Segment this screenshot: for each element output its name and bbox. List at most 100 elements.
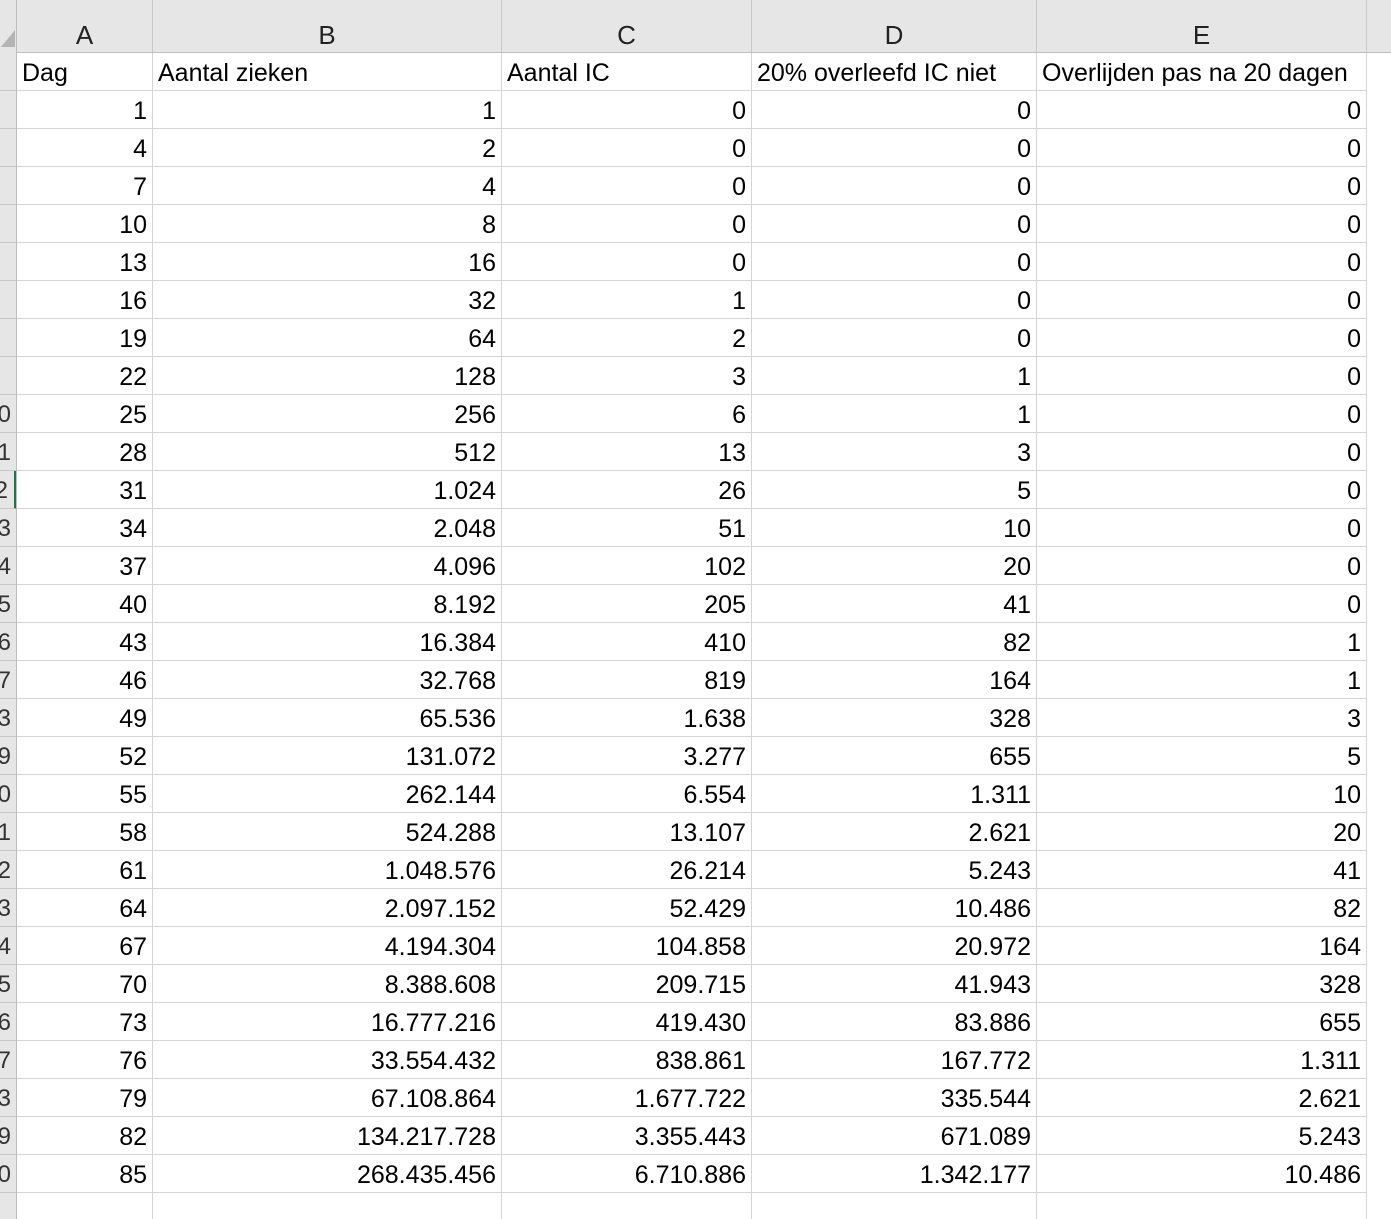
cell-c15[interactable]: 205 xyxy=(502,585,752,623)
cell-a16[interactable]: 43 xyxy=(17,623,153,661)
cell-c27[interactable]: 838.861 xyxy=(502,1041,752,1079)
row-header[interactable]: 7 xyxy=(0,1041,16,1079)
row-header[interactable]: 1 xyxy=(0,433,16,471)
cell-b5[interactable]: 8 xyxy=(153,205,502,243)
cell-c7[interactable]: 1 xyxy=(502,281,752,319)
row-header[interactable]: 4 xyxy=(0,547,16,585)
cell-b30[interactable]: 268.435.456 xyxy=(153,1155,502,1193)
cell-b12[interactable]: 1.024 xyxy=(153,471,502,509)
cell-b2[interactable]: 1 xyxy=(153,91,502,129)
cell-c20[interactable]: 6.554 xyxy=(502,775,752,813)
cell-a8[interactable]: 19 xyxy=(17,319,153,357)
row-header[interactable]: 0 xyxy=(0,775,16,813)
cell-d25[interactable]: 41.943 xyxy=(752,965,1037,1003)
row-header[interactable]: 1 xyxy=(0,813,16,851)
cell-a28[interactable]: 79 xyxy=(17,1079,153,1117)
cell-b15[interactable]: 8.192 xyxy=(153,585,502,623)
cell-e4[interactable]: 0 xyxy=(1037,167,1367,205)
cell-e10[interactable]: 0 xyxy=(1037,395,1367,433)
cell-d4[interactable]: 0 xyxy=(752,167,1037,205)
cell-c31[interactable] xyxy=(502,1193,752,1219)
cell-c30[interactable]: 6.710.886 xyxy=(502,1155,752,1193)
cell-d26[interactable]: 83.886 xyxy=(752,1003,1037,1041)
cell-b4[interactable]: 4 xyxy=(153,167,502,205)
row-header[interactable] xyxy=(0,1193,16,1219)
cell-a10[interactable]: 25 xyxy=(17,395,153,433)
cell-d23[interactable]: 10.486 xyxy=(752,889,1037,927)
cell-e7[interactable]: 0 xyxy=(1037,281,1367,319)
row-header[interactable]: 0 xyxy=(0,395,16,433)
cell-d13[interactable]: 10 xyxy=(752,509,1037,547)
row-header[interactable] xyxy=(0,281,16,319)
cell-c29[interactable]: 3.355.443 xyxy=(502,1117,752,1155)
cell-a20[interactable]: 55 xyxy=(17,775,153,813)
cell-a29[interactable]: 82 xyxy=(17,1117,153,1155)
cell-a2[interactable]: 1 xyxy=(17,91,153,129)
cell-a19[interactable]: 52 xyxy=(17,737,153,775)
cell-e16[interactable]: 1 xyxy=(1037,623,1367,661)
cell-d5[interactable]: 0 xyxy=(752,205,1037,243)
cell-c13[interactable]: 51 xyxy=(502,509,752,547)
cell-d21[interactable]: 2.621 xyxy=(752,813,1037,851)
cell-e18[interactable]: 3 xyxy=(1037,699,1367,737)
row-header[interactable]: 2 xyxy=(0,471,16,509)
cell-e8[interactable]: 0 xyxy=(1037,319,1367,357)
cell-e19[interactable]: 5 xyxy=(1037,737,1367,775)
cell-c2[interactable]: 0 xyxy=(502,91,752,129)
row-header[interactable]: 6 xyxy=(0,623,16,661)
cell-b26[interactable]: 16.777.216 xyxy=(153,1003,502,1041)
cell-d30[interactable]: 1.342.177 xyxy=(752,1155,1037,1193)
cell-c9[interactable]: 3 xyxy=(502,357,752,395)
cell-c17[interactable]: 819 xyxy=(502,661,752,699)
cell-e13[interactable]: 0 xyxy=(1037,509,1367,547)
cell-b22[interactable]: 1.048.576 xyxy=(153,851,502,889)
cell-b21[interactable]: 524.288 xyxy=(153,813,502,851)
cell-b31[interactable] xyxy=(153,1193,502,1219)
cell-c12[interactable]: 26 xyxy=(502,471,752,509)
cell-d24[interactable]: 20.972 xyxy=(752,927,1037,965)
cell-c4[interactable]: 0 xyxy=(502,167,752,205)
cell-e22[interactable]: 41 xyxy=(1037,851,1367,889)
column-header-e[interactable]: E xyxy=(1037,0,1367,52)
cell-b27[interactable]: 33.554.432 xyxy=(153,1041,502,1079)
cell-d9[interactable]: 1 xyxy=(752,357,1037,395)
cell-a26[interactable]: 73 xyxy=(17,1003,153,1041)
row-header[interactable]: 3 xyxy=(0,889,16,927)
cell-a25[interactable]: 70 xyxy=(17,965,153,1003)
cell-c6[interactable]: 0 xyxy=(502,243,752,281)
cell-e3[interactable]: 0 xyxy=(1037,129,1367,167)
column-header-c[interactable]: C xyxy=(502,0,752,52)
cell-c16[interactable]: 410 xyxy=(502,623,752,661)
cell-a6[interactable]: 13 xyxy=(17,243,153,281)
cell-b3[interactable]: 2 xyxy=(153,129,502,167)
cell-a31[interactable] xyxy=(17,1193,153,1219)
cell-b7[interactable]: 32 xyxy=(153,281,502,319)
row-header[interactable] xyxy=(0,357,16,395)
cell-d6[interactable]: 0 xyxy=(752,243,1037,281)
cell-e25[interactable]: 328 xyxy=(1037,965,1367,1003)
cell-d20[interactable]: 1.311 xyxy=(752,775,1037,813)
cell-c14[interactable]: 102 xyxy=(502,547,752,585)
cell-d18[interactable]: 328 xyxy=(752,699,1037,737)
cell-e1[interactable]: Overlijden pas na 20 dagen xyxy=(1037,53,1367,91)
cell-b28[interactable]: 67.108.864 xyxy=(153,1079,502,1117)
row-header[interactable]: 4 xyxy=(0,927,16,965)
cell-d2[interactable]: 0 xyxy=(752,91,1037,129)
cell-a11[interactable]: 28 xyxy=(17,433,153,471)
row-header[interactable]: 3 xyxy=(0,699,16,737)
cell-a4[interactable]: 7 xyxy=(17,167,153,205)
row-header[interactable]: 5 xyxy=(0,965,16,1003)
cell-a14[interactable]: 37 xyxy=(17,547,153,585)
cell-e26[interactable]: 655 xyxy=(1037,1003,1367,1041)
cell-b1[interactable]: Aantal zieken xyxy=(153,53,502,91)
column-header-a[interactable]: A xyxy=(17,0,153,52)
cell-d17[interactable]: 164 xyxy=(752,661,1037,699)
cell-a18[interactable]: 49 xyxy=(17,699,153,737)
cell-d7[interactable]: 0 xyxy=(752,281,1037,319)
cell-b11[interactable]: 512 xyxy=(153,433,502,471)
cell-e2[interactable]: 0 xyxy=(1037,91,1367,129)
row-header[interactable] xyxy=(0,167,16,205)
cell-d3[interactable]: 0 xyxy=(752,129,1037,167)
row-header[interactable] xyxy=(0,129,16,167)
row-header[interactable]: 9 xyxy=(0,1117,16,1155)
